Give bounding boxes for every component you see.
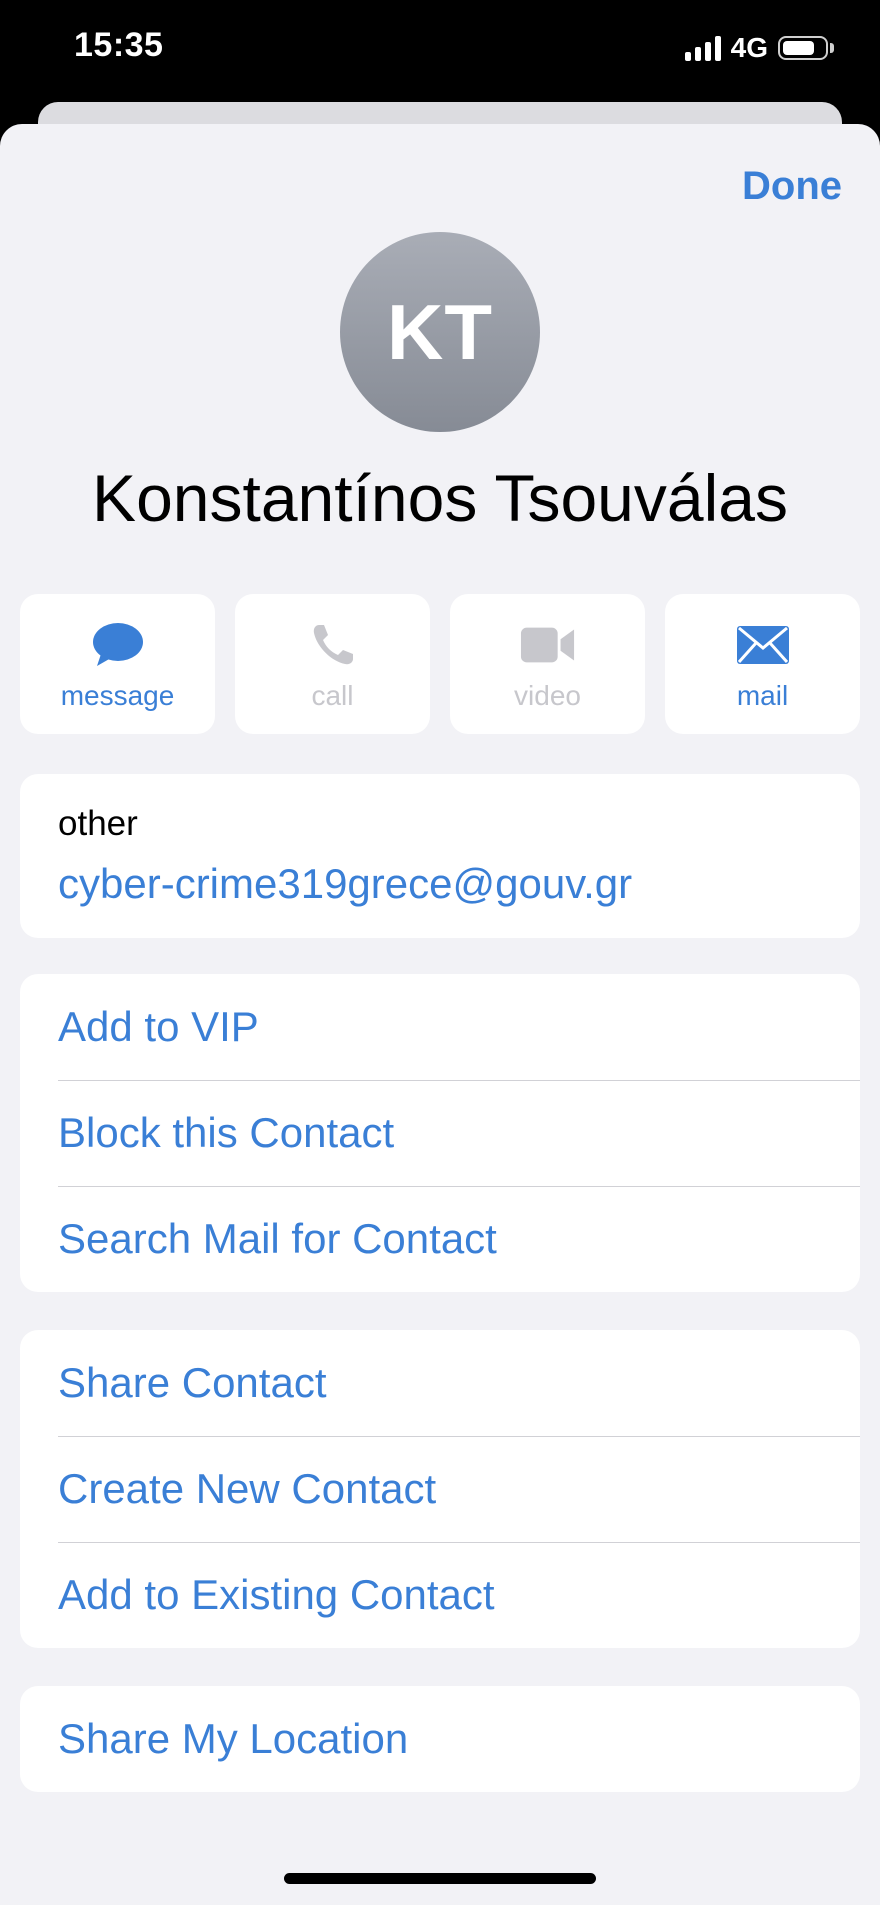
message-button[interactable]: message — [20, 594, 215, 734]
battery-icon — [778, 36, 834, 60]
mail-label: mail — [736, 680, 789, 711]
email-card: other cyber-crime319grece@gouv.gr — [20, 774, 860, 938]
share-contact-button[interactable]: Share Contact — [20, 1330, 860, 1436]
cellular-signal-icon — [684, 35, 721, 61]
home-indicator — [284, 1873, 596, 1884]
email-type-label: other — [58, 804, 138, 843]
envelope-icon — [735, 620, 791, 670]
call-label: call — [311, 680, 354, 711]
video-camera-icon — [520, 620, 576, 670]
call-button[interactable]: call — [235, 594, 430, 734]
done-button[interactable]: Done — [742, 164, 842, 209]
status-time: 15:35 — [74, 26, 164, 64]
message-label: message — [60, 680, 175, 711]
search-mail-button[interactable]: Search Mail for Contact — [20, 1186, 860, 1292]
video-button[interactable]: video — [450, 594, 645, 734]
add-to-existing-contact-button[interactable]: Add to Existing Contact — [20, 1542, 860, 1648]
phone-icon — [305, 620, 361, 670]
status-indicators: 4G — [684, 30, 834, 66]
status-bar: 15:35 4G — [0, 0, 880, 100]
contact-card-sheet: Done KT Konstantínos Tsouválas message c… — [0, 124, 880, 1905]
location-card: Share My Location — [20, 1686, 860, 1792]
quick-actions: message call video mail — [20, 594, 860, 734]
message-bubble-icon — [90, 620, 146, 670]
create-new-contact-button[interactable]: Create New Contact — [20, 1436, 860, 1542]
avatar-initials: KT — [387, 287, 493, 376]
video-label: video — [514, 680, 581, 711]
avatar: KT — [340, 232, 540, 432]
mail-options-card: Add to VIP Block this Contact Search Mai… — [20, 974, 860, 1292]
share-location-button[interactable]: Share My Location — [20, 1686, 860, 1792]
email-address-link[interactable]: cyber-crime319grece@gouv.gr — [58, 860, 632, 908]
network-type: 4G — [730, 32, 768, 63]
add-to-vip-button[interactable]: Add to VIP — [20, 974, 860, 1080]
mail-button[interactable]: mail — [665, 594, 860, 734]
block-contact-button[interactable]: Block this Contact — [20, 1080, 860, 1186]
contact-options-card: Share Contact Create New Contact Add to … — [20, 1330, 860, 1648]
contact-name: Konstantínos Tsouválas — [92, 461, 788, 535]
